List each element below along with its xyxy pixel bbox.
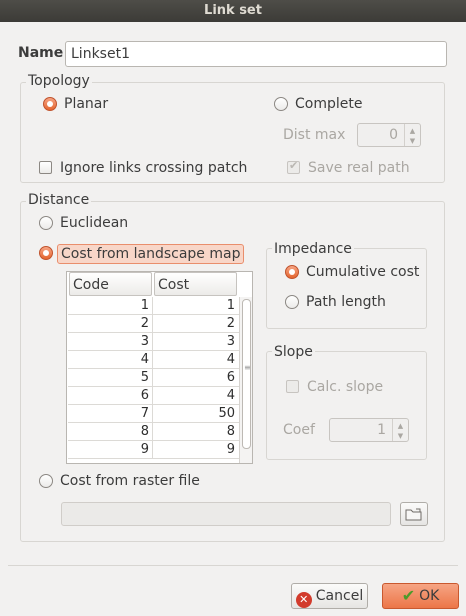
- dist-max-value: 0: [389, 127, 398, 143]
- dist-max-spinbox[interactable]: 0 ▲ ▼: [357, 123, 421, 147]
- save-real-path-label: Save real path: [308, 160, 410, 176]
- ok-button[interactable]: ✔ OK: [382, 583, 459, 609]
- coef-label: Coef: [283, 422, 315, 438]
- cell-cost[interactable]: 8: [153, 423, 238, 440]
- cost-raster-radio[interactable]: [39, 474, 53, 488]
- cell-code[interactable]: 7: [68, 405, 153, 422]
- cell-code[interactable]: 4: [68, 351, 153, 368]
- cell-code[interactable]: 2: [68, 315, 153, 332]
- table-body: 1 1 2 2 3 3 4 4 5 6 6 4 7 50 8 8 9 9: [68, 297, 242, 463]
- table-row[interactable]: 33: [68, 333, 242, 351]
- table-row[interactable]: 99: [68, 441, 242, 459]
- cell-code[interactable]: 3: [68, 333, 153, 350]
- spin-arrows-icon[interactable]: ▲ ▼: [404, 124, 420, 146]
- ignore-links-label: Ignore links crossing patch: [60, 160, 248, 176]
- slope-title: Slope: [272, 344, 315, 360]
- cumulative-cost-label: Cumulative cost: [306, 264, 420, 280]
- impedance-group: [266, 248, 427, 329]
- table-row[interactable]: 64: [68, 387, 242, 405]
- cost-landscape-label: Cost from landscape map: [57, 244, 245, 264]
- table-row[interactable]: 88: [68, 423, 242, 441]
- distance-title: Distance: [26, 192, 92, 208]
- complete-radio[interactable]: [274, 97, 288, 111]
- cell-cost[interactable]: 50: [153, 405, 238, 422]
- complete-label: Complete: [295, 96, 363, 112]
- path-length-label: Path length: [306, 294, 386, 310]
- cell-cost[interactable]: 6: [153, 369, 238, 386]
- scrollbar-thumb[interactable]: ≡: [242, 299, 251, 449]
- divider: [8, 565, 458, 566]
- spin-arrows-icon[interactable]: ▲ ▼: [392, 419, 408, 441]
- cell-code[interactable]: 8: [68, 423, 153, 440]
- cost-raster-label: Cost from raster file: [60, 473, 200, 489]
- impedance-title: Impedance: [272, 241, 354, 257]
- calc-slope-label: Calc. slope: [307, 379, 384, 395]
- window-title: Link set: [0, 0, 466, 22]
- browse-button[interactable]: [400, 502, 428, 526]
- cell-code[interactable]: 9: [68, 441, 153, 458]
- cell-code[interactable]: 1: [68, 297, 153, 314]
- checkmark-icon: ✔: [401, 586, 416, 605]
- coef-spinbox[interactable]: 1 ▲ ▼: [329, 418, 409, 442]
- planar-radio[interactable]: [43, 97, 57, 111]
- cancel-button[interactable]: ✕ Cancel: [291, 583, 368, 609]
- folder-icon: [405, 508, 422, 521]
- cell-cost[interactable]: 9: [153, 441, 238, 458]
- table-header-cost[interactable]: Cost: [154, 272, 237, 296]
- ok-button-label: OK: [419, 588, 440, 604]
- table-row[interactable]: 44: [68, 351, 242, 369]
- dist-max-label: Dist max: [283, 127, 346, 143]
- raster-file-input[interactable]: [61, 502, 391, 526]
- cell-code[interactable]: 6: [68, 387, 153, 404]
- cancel-icon: ✕: [295, 592, 312, 608]
- path-length-radio[interactable]: [285, 295, 299, 309]
- cell-code[interactable]: 5: [68, 369, 153, 386]
- table-row[interactable]: 22: [68, 315, 242, 333]
- cell-cost[interactable]: 2: [153, 315, 238, 332]
- table-row[interactable]: 11: [68, 297, 242, 315]
- cancel-button-label: Cancel: [315, 588, 364, 604]
- cost-landscape-radio[interactable]: [39, 246, 53, 260]
- coef-value: 1: [377, 422, 386, 438]
- topology-title: Topology: [26, 73, 92, 89]
- cumulative-cost-radio[interactable]: [285, 265, 299, 279]
- save-real-path-checkbox[interactable]: [287, 159, 300, 174]
- cost-table[interactable]: Code Cost 1 1 2 2 3 3 4 4 5 6 6 4 7 50 8 8 9 9 ≡: [66, 271, 253, 464]
- cell-cost[interactable]: 3: [153, 333, 238, 350]
- euclidean-label: Euclidean: [60, 215, 129, 231]
- cell-cost[interactable]: 4: [153, 351, 238, 368]
- name-input[interactable]: Linkset1: [65, 41, 447, 67]
- cell-cost[interactable]: 4: [153, 387, 238, 404]
- planar-label: Planar: [64, 96, 109, 112]
- calc-slope-checkbox[interactable]: [286, 380, 299, 393]
- table-scrollbar[interactable]: ≡: [239, 297, 252, 463]
- name-label: Name: [18, 45, 64, 61]
- table-row[interactable]: 7 50: [68, 405, 242, 423]
- cell-cost[interactable]: 1: [153, 297, 238, 314]
- slope-group: [266, 351, 427, 460]
- table-header-code[interactable]: Code: [69, 272, 152, 296]
- ignore-links-checkbox[interactable]: [39, 161, 52, 174]
- grip-icon: ≡: [244, 363, 251, 372]
- euclidean-radio[interactable]: [39, 216, 53, 230]
- table-row[interactable]: 56: [68, 369, 242, 387]
